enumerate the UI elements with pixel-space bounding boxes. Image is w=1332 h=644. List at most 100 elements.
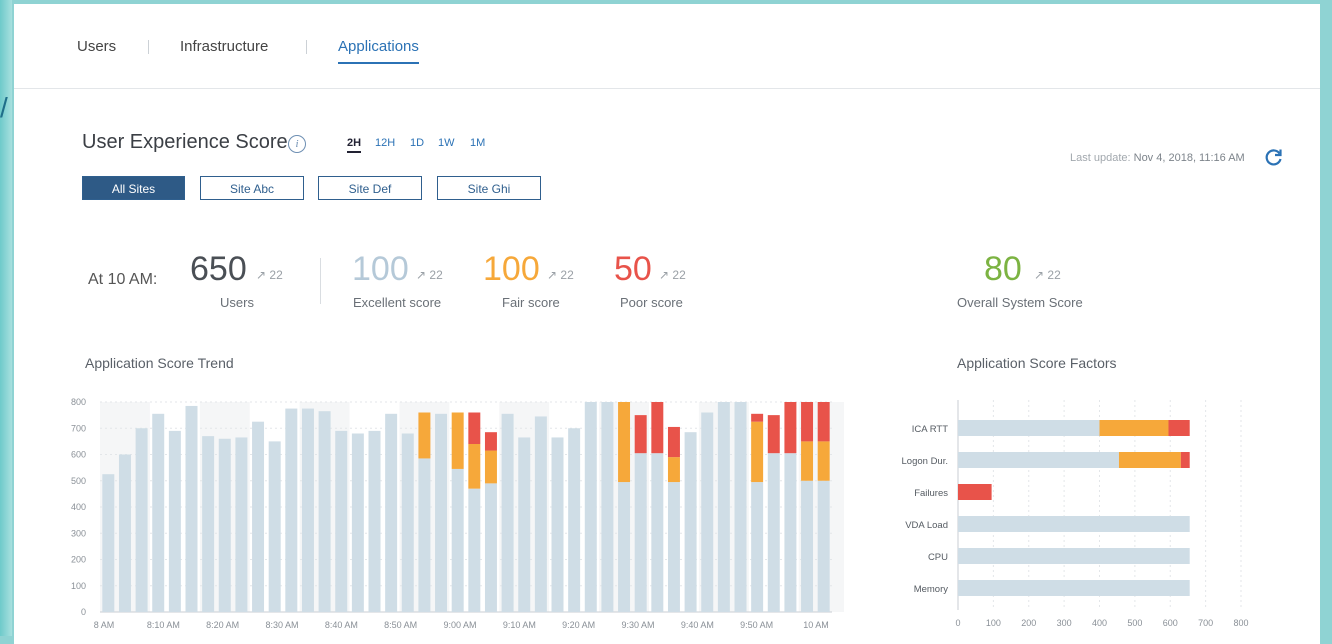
bar-segment xyxy=(351,433,364,612)
fair-label: Fair score xyxy=(502,295,560,310)
x-tick-label: 9:40 AM xyxy=(681,620,714,630)
category-label: ICA RTT xyxy=(912,424,948,435)
fair-value: 100 xyxy=(483,250,540,288)
y-tick-label: 300 xyxy=(71,528,86,538)
app-panel: Users Infrastructure Applications User E… xyxy=(14,4,1320,644)
refresh-icon[interactable] xyxy=(1264,147,1284,167)
x-tick-label: 9:20 AM xyxy=(562,620,595,630)
poor-delta: ↗ 22 xyxy=(659,268,686,282)
x-tick-label: 400 xyxy=(1092,618,1107,628)
y-tick-label: 500 xyxy=(71,476,86,486)
site-def-button[interactable]: Site Def xyxy=(318,176,422,200)
bar-segment xyxy=(751,421,764,483)
bar-segment xyxy=(285,408,298,612)
tab-applications[interactable]: Applications xyxy=(338,38,419,64)
bar-segment xyxy=(667,457,680,483)
excellent-value: 100 xyxy=(352,250,409,288)
x-tick-label: 200 xyxy=(1021,618,1036,628)
top-nav: Users Infrastructure Applications xyxy=(14,4,1320,89)
bar-segment xyxy=(202,436,215,612)
arrow-up-right-icon: ↗ xyxy=(659,268,670,282)
bar-segment xyxy=(152,413,165,612)
poor-value: 50 xyxy=(614,250,652,288)
last-update: Last update: Nov 4, 2018, 11:16 AM xyxy=(1070,152,1245,164)
bar-segment xyxy=(817,402,830,442)
range-1m[interactable]: 1M xyxy=(470,137,485,149)
x-tick-label: 8:30 AM xyxy=(265,620,298,630)
arrow-up-right-icon: ↗ xyxy=(1034,268,1045,282)
page-title: User Experience Score xyxy=(82,131,288,153)
overall-label: Overall System Score xyxy=(957,295,1083,310)
x-tick-label: 100 xyxy=(986,618,1001,628)
site-ghi-button[interactable]: Site Ghi xyxy=(437,176,541,200)
bar-segment xyxy=(518,437,531,612)
fair-delta: ↗ 22 xyxy=(547,268,574,282)
bar-segment xyxy=(958,420,1100,436)
bar-segment xyxy=(817,441,830,481)
bar-segment xyxy=(618,482,631,612)
factors-chart: 0 100 200 300 400 500 600 700 800 ICA RTT Logon Du… xyxy=(902,400,1249,628)
bar-segment xyxy=(1118,452,1181,468)
bar-segment xyxy=(801,480,814,612)
users-delta: ↗ 22 xyxy=(256,268,283,282)
x-tick-label: 8:50 AM xyxy=(384,620,417,630)
category-label: Memory xyxy=(914,584,949,595)
excellent-delta: ↗ 22 xyxy=(416,268,443,282)
bar-segment xyxy=(584,402,597,612)
bar-segment xyxy=(118,454,131,612)
bar-segment xyxy=(634,415,647,454)
range-12h[interactable]: 12H xyxy=(375,137,395,149)
bar-segment xyxy=(1099,420,1169,436)
bar-segment xyxy=(801,402,814,442)
bar-segment xyxy=(767,415,780,454)
x-tick-label: 9:00 AM xyxy=(443,620,476,630)
bar-segment xyxy=(601,402,614,612)
bar-segment xyxy=(701,412,714,612)
trend-chart-title: Application Score Trend xyxy=(85,355,234,371)
tab-users[interactable]: Users xyxy=(77,38,116,55)
y-tick-label: 0 xyxy=(81,607,86,617)
bar-segment xyxy=(651,402,664,454)
bar-segment xyxy=(667,482,680,612)
bar-segment xyxy=(958,484,992,500)
bar-segment xyxy=(318,411,331,612)
bar-segment xyxy=(568,428,581,612)
info-icon[interactable]: i xyxy=(288,135,306,153)
bar-segment xyxy=(418,458,431,612)
x-tick-label: 9:10 AM xyxy=(503,620,536,630)
bar-segment xyxy=(301,408,314,612)
range-2h[interactable]: 2H xyxy=(347,137,362,153)
x-tick-label: 8:20 AM xyxy=(206,620,239,630)
arrow-up-right-icon: ↗ xyxy=(547,268,558,282)
x-tick-label: 700 xyxy=(1198,618,1213,628)
bar-segment xyxy=(484,432,497,451)
category-label: Logon Dur. xyxy=(902,456,948,467)
bar-segment xyxy=(484,483,497,612)
bar-segment xyxy=(335,430,348,612)
arrow-up-right-icon: ↗ xyxy=(416,268,427,282)
x-tick-label: 8:10 AM xyxy=(147,620,180,630)
partial-glyph: / xyxy=(0,92,8,123)
range-1d[interactable]: 1D xyxy=(410,137,424,149)
bar-segment xyxy=(801,441,814,481)
x-tick-label: 800 xyxy=(1233,618,1248,628)
last-update-value: Nov 4, 2018, 11:16 AM xyxy=(1133,152,1245,164)
arrow-up-right-icon: ↗ xyxy=(256,268,267,282)
tab-infrastructure[interactable]: Infrastructure xyxy=(180,38,268,55)
x-tick-label: 8 AM xyxy=(94,620,115,630)
range-1w[interactable]: 1W xyxy=(438,137,455,149)
bar-segment xyxy=(135,428,148,612)
site-abc-button[interactable]: Site Abc xyxy=(200,176,304,200)
bar-segment xyxy=(958,580,1190,596)
x-tick-label: 9:30 AM xyxy=(621,620,654,630)
bar-segment xyxy=(751,482,764,612)
bar-segment xyxy=(451,412,464,469)
bar-segment xyxy=(684,432,697,612)
bar-segment xyxy=(418,412,431,459)
x-tick-label: 600 xyxy=(1163,618,1178,628)
bar-segment xyxy=(651,453,664,612)
bar-segment xyxy=(368,430,381,612)
x-tick-label: 9:50 AM xyxy=(740,620,773,630)
stats-divider xyxy=(320,258,321,304)
site-all-button[interactable]: All Sites xyxy=(82,176,185,200)
